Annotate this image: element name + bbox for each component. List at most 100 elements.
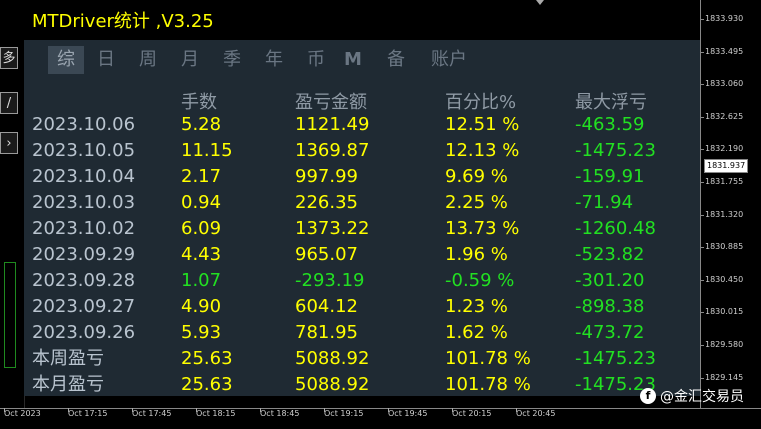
row-lots: 25.63 [181, 374, 233, 395]
toolbar-button-3[interactable]: › [0, 132, 18, 154]
row-max-drawdown: -523.82 [575, 244, 645, 265]
table-row: 2023.10.03 0.94 226.35 2.25 % -71.94 [24, 190, 700, 216]
row-profit: 1121.49 [295, 114, 370, 135]
row-max-drawdown: -463.59 [575, 114, 645, 135]
row-lots: 6.09 [181, 218, 222, 239]
row-lots: 2.17 [181, 166, 222, 187]
panel-header: MTDriver统计 ,V3.25 [24, 0, 700, 40]
table-row: 2023.10.02 6.09 1373.22 13.73 % -1260.48 [24, 216, 700, 242]
tab-month[interactable]: 月 [174, 46, 206, 74]
caret-down-icon [536, 0, 544, 5]
time-tick: Oct 20:15 [452, 408, 492, 418]
table-row: 2023.09.26 5.93 781.95 1.62 % -473.72 [24, 320, 700, 346]
row-lots: 4.90 [181, 296, 222, 317]
row-lots: 1.07 [181, 270, 222, 291]
time-axis: Oct 2023 Oct 17:15 Oct 17:45 Oct 18:15 Oct 1… [0, 408, 761, 429]
chart-indicator-box [4, 262, 16, 368]
row-percent: 101.78 % [445, 374, 531, 395]
row-profit: 1369.87 [295, 140, 370, 161]
row-max-drawdown: -71.94 [575, 192, 634, 213]
row-percent: -0.59 % [445, 270, 515, 291]
toolbar-button-2[interactable]: / [0, 92, 18, 114]
table-row: 2023.10.05 11.15 1369.87 12.13 % -1475.23 [24, 138, 700, 164]
row-max-drawdown: -1475.23 [575, 348, 656, 369]
time-tick: Oct 19:45 [388, 408, 428, 418]
row-lots: 4.43 [181, 244, 222, 265]
row-date: 2023.09.27 [32, 296, 136, 317]
price-tick: 1833.495 [699, 46, 744, 56]
row-date: 2023.10.04 [32, 166, 136, 187]
price-tick: 1832.625 [699, 111, 744, 121]
row-profit: 226.35 [295, 192, 358, 213]
chart-left-strip: 多 / › [0, 0, 25, 408]
row-lots: 0.94 [181, 192, 222, 213]
table-row: 2023.09.28 1.07 -293.19 -0.59 % -301.20 [24, 268, 700, 294]
tab-year[interactable]: 年 [258, 46, 290, 74]
row-max-drawdown: -898.38 [575, 296, 645, 317]
row-profit: 965.07 [295, 244, 358, 265]
stats-panel: MTDriver统计 ,V3.25 综 日 周 月 季 年 币 M 备 账户 手… [24, 0, 700, 396]
table-row: 2023.09.27 4.90 604.12 1.23 % -898.38 [24, 294, 700, 320]
row-lots: 25.63 [181, 348, 233, 369]
row-max-drawdown: -301.20 [575, 270, 645, 291]
tab-currency[interactable]: 币 [300, 46, 332, 74]
time-tick: Oct 18:15 [196, 408, 236, 418]
table-row: 2023.10.06 5.28 1121.49 12.51 % -463.59 [24, 112, 700, 138]
row-percent: 9.69 % [445, 166, 508, 187]
row-date: 2023.09.28 [32, 270, 136, 291]
tab-account[interactable]: 账户 [426, 46, 472, 74]
time-tick: Oct 17:15 [68, 408, 108, 418]
brand-icon: f [640, 388, 656, 404]
price-tick: 1830.885 [699, 242, 744, 252]
price-tick: 1833.930 [699, 14, 744, 23]
tab-day[interactable]: 日 [90, 46, 122, 74]
header-profit: 盈亏金额 [295, 92, 367, 113]
row-percent: 101.78 % [445, 348, 531, 369]
header-max-drawdown: 最大浮亏 [575, 92, 647, 113]
table-row: 2023.09.29 4.43 965.07 1.96 % -523.82 [24, 242, 700, 268]
row-max-drawdown: -473.72 [575, 322, 645, 343]
price-axis: 1833.930 1833.495 1833.060 1832.625 1832.190… [699, 0, 761, 408]
time-tick: Oct 19:15 [324, 408, 364, 418]
toolbar-button-1[interactable]: 多 [0, 47, 18, 69]
row-max-drawdown: -159.91 [575, 166, 645, 187]
tab-m[interactable]: M [340, 46, 366, 74]
time-tick: Oct 17:45 [132, 408, 172, 418]
tab-summary[interactable]: 综 [48, 46, 84, 74]
tab-quarter[interactable]: 季 [216, 46, 248, 74]
price-tick: 1829.145 [699, 372, 744, 382]
watermark-text: @金汇交易员 [660, 389, 744, 405]
price-tick: 1833.060 [699, 79, 744, 89]
row-profit: 604.12 [295, 296, 358, 317]
row-profit: 5088.92 [295, 348, 370, 369]
row-percent: 1.96 % [445, 244, 508, 265]
price-tick: 1830.015 [699, 307, 744, 317]
row-profit: 5088.92 [295, 374, 370, 395]
time-tick: Oct 18:45 [260, 408, 300, 418]
tab-notes[interactable]: 备 [380, 46, 412, 74]
header-percent: 百分比% [445, 92, 517, 113]
row-percent: 1.62 % [445, 322, 508, 343]
tab-bar: 综 日 周 月 季 年 币 M 备 账户 [24, 40, 700, 76]
price-tick: 1832.190 [699, 144, 744, 154]
table-row: 2023.10.04 2.17 997.99 9.69 % -159.91 [24, 164, 700, 190]
row-lots: 5.93 [181, 322, 222, 343]
row-profit: 781.95 [295, 322, 358, 343]
row-percent: 12.13 % [445, 140, 520, 161]
row-date: 2023.09.29 [32, 244, 136, 265]
row-profit: -293.19 [295, 270, 365, 291]
row-date: 本月盈亏 [32, 374, 104, 395]
row-max-drawdown: -1260.48 [575, 218, 656, 239]
price-tick: 1831.755 [699, 177, 744, 186]
row-percent: 12.51 % [445, 114, 520, 135]
watermark: f @金汇交易员 [640, 386, 744, 406]
row-date: 2023.10.03 [32, 192, 136, 213]
row-percent: 2.25 % [445, 192, 508, 213]
row-profit: 997.99 [295, 166, 358, 187]
row-date: 2023.10.02 [32, 218, 136, 239]
current-price-label: 1831.937 [704, 159, 749, 173]
price-tick: 1829.580 [699, 340, 744, 349]
row-lots: 5.28 [181, 114, 222, 135]
time-tick: Oct 2023 [4, 408, 41, 418]
tab-week[interactable]: 周 [132, 46, 164, 74]
